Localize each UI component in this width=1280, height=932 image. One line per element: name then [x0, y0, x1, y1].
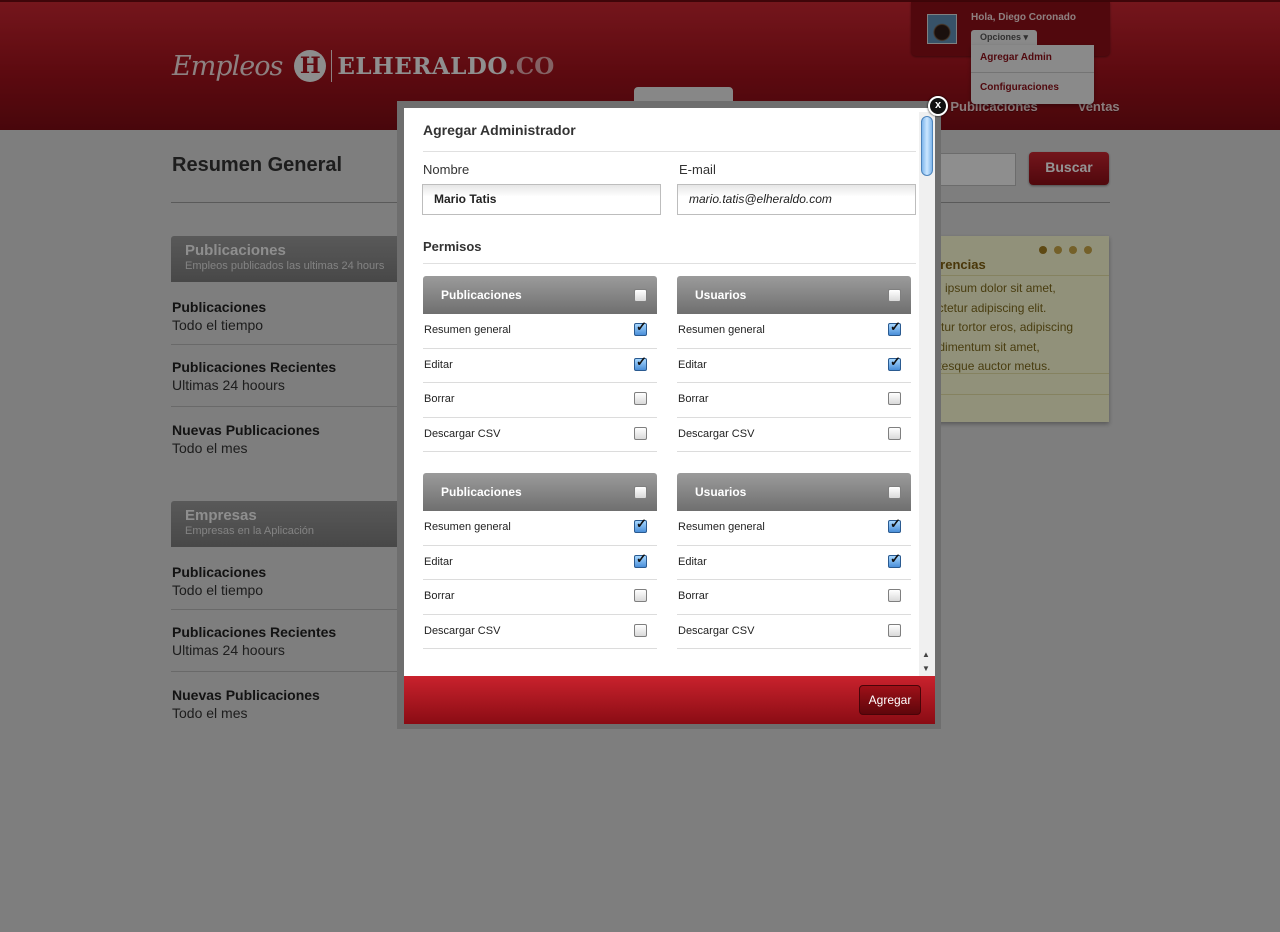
permission-checkbox[interactable]: [888, 354, 901, 371]
permission-checkbox[interactable]: [634, 516, 647, 533]
email-field[interactable]: mario.tatis@elheraldo.com: [677, 184, 916, 215]
permission-group: Usuarios Resumen general Editar Borrar D…: [677, 473, 911, 649]
permission-label: Resumen general: [678, 521, 765, 533]
divider: [423, 263, 916, 264]
permission-label: Borrar: [678, 393, 709, 405]
permission-row: Resumen general: [677, 314, 911, 349]
permission-checkbox[interactable]: [634, 589, 647, 602]
agregar-button[interactable]: Agregar: [859, 685, 921, 715]
permission-label: Descargar CSV: [424, 427, 501, 440]
permission-row: Borrar: [423, 580, 657, 615]
name-field[interactable]: Mario Tatis: [422, 184, 661, 215]
permission-group-header: Publicaciones: [423, 276, 657, 314]
permission-label: Resumen general: [424, 324, 511, 336]
permission-checkbox[interactable]: [888, 589, 901, 602]
permission-label: Descargar CSV: [424, 624, 501, 637]
permission-checkbox[interactable]: [888, 551, 901, 568]
permission-row: Resumen general: [677, 511, 911, 546]
permission-group-header: Publicaciones: [423, 473, 657, 511]
permission-group: Publicaciones Resumen general Editar Bor…: [423, 473, 657, 649]
permission-checkbox[interactable]: [634, 551, 647, 568]
permissions-heading: Permisos: [423, 239, 482, 254]
email-label: E-mail: [679, 162, 716, 177]
permission-group-title: Usuarios: [695, 288, 747, 302]
permission-row: Borrar: [677, 383, 911, 418]
permission-checkbox[interactable]: [634, 392, 647, 405]
permission-label: Editar: [678, 555, 707, 568]
permission-row: Editar: [677, 546, 911, 580]
permission-group-title: Publicaciones: [441, 485, 522, 499]
permission-checkbox[interactable]: [888, 392, 901, 405]
modal-title: Agregar Administrador: [423, 122, 576, 138]
permission-group-title: Usuarios: [695, 485, 747, 499]
permission-checkbox[interactable]: [888, 319, 901, 336]
permission-label: Editar: [424, 358, 453, 371]
select-all-checkbox[interactable]: [634, 486, 647, 499]
permission-checkbox[interactable]: [888, 516, 901, 533]
permission-checkbox[interactable]: [888, 426, 901, 440]
permission-row: Editar: [423, 349, 657, 383]
permission-group-title: Publicaciones: [441, 288, 522, 302]
permission-label: Editar: [424, 555, 453, 568]
permission-label: Descargar CSV: [678, 427, 755, 440]
modal-footer: Agregar: [404, 676, 935, 724]
permission-label: Borrar: [424, 590, 455, 602]
permission-label: Resumen general: [678, 324, 765, 336]
permission-checkbox[interactable]: [634, 354, 647, 371]
permission-label: Resumen general: [424, 521, 511, 533]
permission-checkbox[interactable]: [634, 426, 647, 440]
select-all-checkbox[interactable]: [888, 486, 901, 499]
divider: [423, 151, 916, 152]
permission-row: Descargar CSV: [423, 418, 657, 452]
permission-group: Publicaciones Resumen general Editar Bor…: [423, 276, 657, 452]
permission-label: Editar: [678, 358, 707, 371]
permission-label: Borrar: [678, 590, 709, 602]
scroll-up-icon[interactable]: ▲: [922, 650, 930, 659]
permission-group: Usuarios Resumen general Editar Borrar D…: [677, 276, 911, 452]
select-all-checkbox[interactable]: [888, 289, 901, 302]
scrollbar-thumb[interactable]: [921, 116, 933, 176]
permission-group-header: Usuarios: [677, 473, 911, 511]
permission-row: Descargar CSV: [423, 615, 657, 649]
permission-label: Descargar CSV: [678, 624, 755, 637]
add-admin-modal: Agregar Administrador Nombre Mario Tatis…: [404, 108, 935, 724]
name-label: Nombre: [423, 162, 470, 177]
modal-scrollbar[interactable]: ▲ ▼: [919, 112, 935, 676]
permission-row: Borrar: [677, 580, 911, 615]
permission-row: Borrar: [423, 383, 657, 418]
permission-row: Editar: [423, 546, 657, 580]
close-icon[interactable]: x: [928, 96, 948, 116]
permission-checkbox[interactable]: [634, 623, 647, 637]
permission-checkbox[interactable]: [634, 319, 647, 336]
permission-group-header: Usuarios: [677, 276, 911, 314]
permission-label: Borrar: [424, 393, 455, 405]
permission-row: Descargar CSV: [677, 418, 911, 452]
permission-row: Resumen general: [423, 511, 657, 546]
permission-row: Resumen general: [423, 314, 657, 349]
select-all-checkbox[interactable]: [634, 289, 647, 302]
permission-row: Editar: [677, 349, 911, 383]
scroll-down-icon[interactable]: ▼: [922, 664, 930, 673]
permission-row: Descargar CSV: [677, 615, 911, 649]
permission-checkbox[interactable]: [888, 623, 901, 637]
